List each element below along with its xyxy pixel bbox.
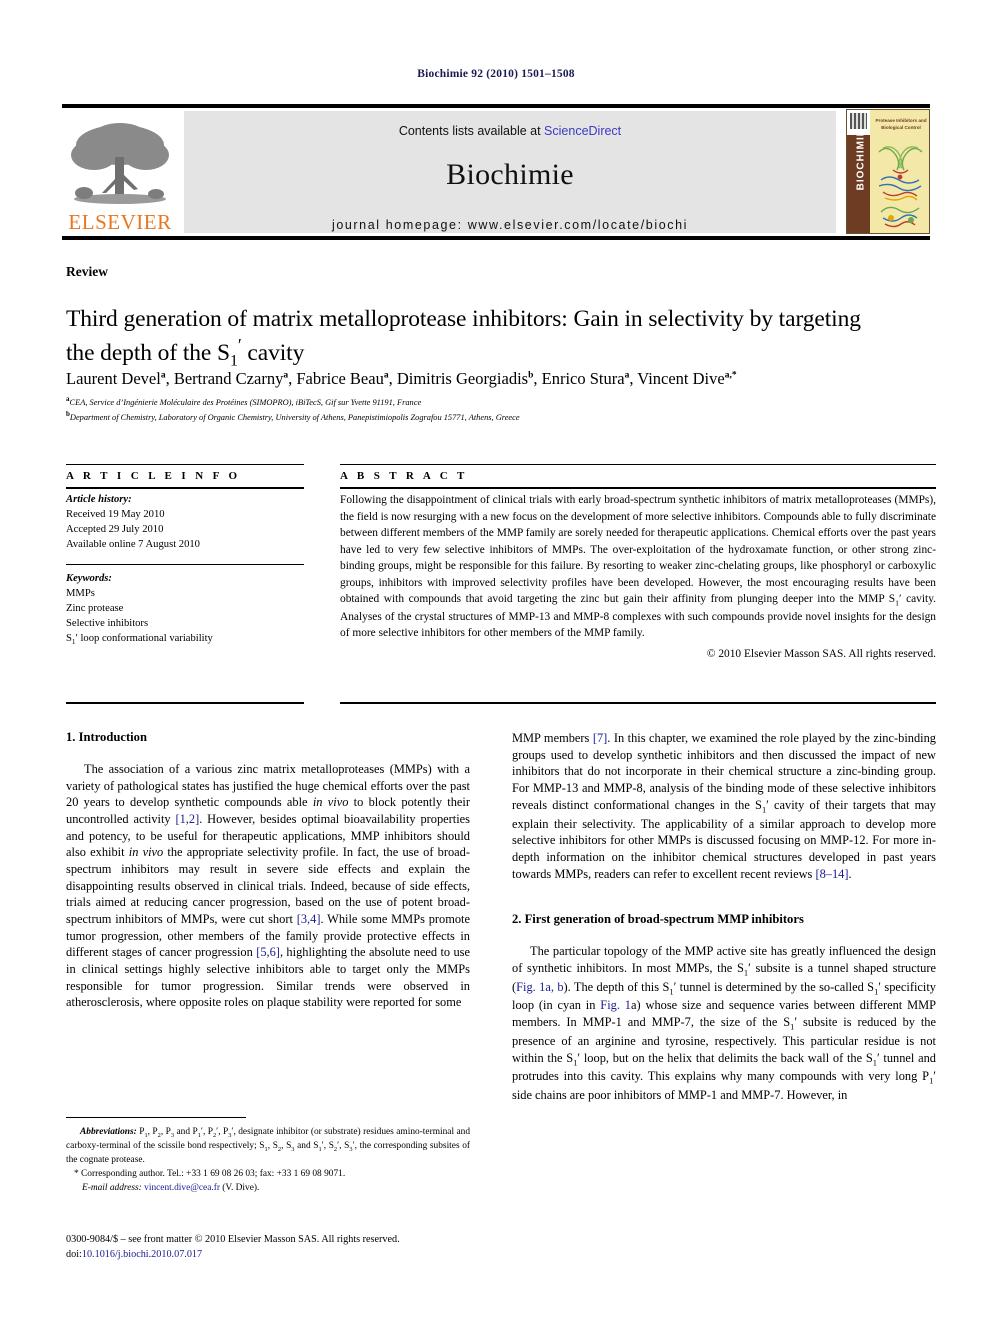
author-name: Enrico Stura bbox=[541, 369, 625, 388]
footnote-abbreviations: Abbreviations: P1, P2, P3 and P1′, P2′, … bbox=[66, 1127, 471, 1165]
intro-paragraph-part2: MMP members [7]. In this chapter, we exa… bbox=[512, 731, 936, 881]
abstract-copyright: © 2010 Elsevier Masson SAS. All rights r… bbox=[706, 647, 936, 660]
author-name: Fabrice Beau bbox=[296, 369, 384, 388]
figure-link-1ab[interactable]: Fig. 1a, b bbox=[516, 980, 563, 994]
article-history-label: Article history: bbox=[66, 494, 132, 505]
imprint-block: 0300-9084/$ – see front matter © 2010 El… bbox=[66, 1232, 506, 1263]
page-title: Third generation of matrix metalloprotea… bbox=[66, 305, 861, 370]
author-affiliation-mark: a bbox=[624, 370, 630, 381]
abbreviations-label: Abbreviations: bbox=[80, 1127, 137, 1137]
author-affiliation-mark: a bbox=[160, 370, 166, 381]
citation-7[interactable]: [7] bbox=[593, 731, 607, 745]
citation-1-2[interactable]: [1,2] bbox=[175, 812, 199, 826]
body-column-right: MMP members [7]. In this chapter, we exa… bbox=[512, 730, 936, 1104]
author-name: Vincent Dive bbox=[637, 369, 725, 388]
elsevier-wordmark: ELSEVIER bbox=[68, 210, 172, 234]
article-history-0: Received 19 May 2010 bbox=[66, 509, 165, 521]
author-affiliation-mark: a bbox=[383, 370, 389, 381]
elsevier-logo: ELSEVIER bbox=[64, 111, 176, 233]
abstract-column: Following the disappointment of clinical… bbox=[340, 492, 936, 662]
section2-paragraph-1: The particular topology of the MMP activ… bbox=[512, 944, 937, 1103]
author-list: Laurent Devela, Bertrand Czarnya, Fabric… bbox=[66, 369, 737, 388]
cover-protein-illustration bbox=[878, 146, 923, 228]
journal-title: Biochimie bbox=[446, 158, 574, 191]
doi-line: doi:10.1016/j.biochi.2010.07.017 bbox=[66, 1247, 506, 1262]
cover-title-text: Protease Inhibitors and Biological Contr… bbox=[875, 118, 927, 130]
contents-line: Contents lists available at ScienceDirec… bbox=[399, 124, 621, 138]
footnote-corresponding-author: * Corresponding author. Tel.: +33 1 69 0… bbox=[74, 1169, 346, 1180]
author-affiliation-mark: b bbox=[528, 370, 534, 381]
info-bottom-rule bbox=[66, 702, 304, 704]
keyword-0: MMPs bbox=[66, 588, 95, 600]
email-link[interactable]: vincent.dive@cea.fr bbox=[144, 1183, 220, 1193]
elsevier-tree-icon bbox=[71, 123, 169, 204]
cover-spine-text: BIOCHIMIE bbox=[855, 128, 867, 191]
figure-link-1a[interactable]: Fig. 1 bbox=[600, 998, 631, 1012]
author-affiliation-mark: a bbox=[283, 370, 289, 381]
journal-masthead: ELSEVIER Contents lists available at Sci… bbox=[62, 104, 930, 240]
intro-paragraph-part1: The association of a various zinc matrix… bbox=[66, 762, 471, 1010]
running-head: Biochimie 92 (2010) 1501–1508 bbox=[417, 68, 575, 80]
cover-spine: BIOCHIMIE bbox=[847, 110, 870, 233]
footnote-block: Abbreviations: P1, P2, P3 and P1′, P2′, … bbox=[66, 1126, 470, 1195]
contents-prefix: Contents lists available at bbox=[398, 124, 545, 138]
masthead-bottom-rule bbox=[62, 236, 930, 240]
doi-value[interactable]: 10.1016/j.biochi.2010.07.017 bbox=[82, 1249, 202, 1260]
article-info-heading: A R T I C L E I N F O bbox=[66, 470, 241, 482]
article-type-label: Review bbox=[66, 264, 108, 279]
abstract-heading-rule-top bbox=[340, 464, 936, 465]
abstract-bottom-rule bbox=[340, 702, 936, 704]
journal-homepage[interactable]: journal homepage: www.elsevier.com/locat… bbox=[332, 218, 688, 232]
sciencedirect-link[interactable]: ScienceDirect bbox=[544, 124, 621, 138]
body-column-left: 1. Introduction The association of a var… bbox=[66, 730, 470, 1011]
affiliation-item: bDepartment of Chemistry, Laboratory of … bbox=[66, 409, 520, 422]
keyword-3: S1′ loop conformational variability bbox=[66, 633, 213, 647]
info-divider-rule bbox=[66, 564, 304, 566]
info-heading-rule-bottom bbox=[66, 487, 304, 489]
author-name: Dimitris Georgiadis bbox=[396, 369, 529, 388]
citation-8-14[interactable]: [8–14] bbox=[815, 867, 848, 881]
abstract-heading: A B S T R A C T bbox=[340, 470, 468, 482]
keyword-2: Selective inhibitors bbox=[66, 618, 149, 630]
abstract-text: Following the disappointment of clinical… bbox=[340, 494, 937, 640]
author-name: Bertrand Czarny bbox=[173, 369, 284, 388]
article-info-column: Article history: Received 19 May 2010 Ac… bbox=[66, 492, 304, 648]
article-history-1: Accepted 29 July 2010 bbox=[66, 524, 164, 536]
footnote-divider-rule bbox=[66, 1117, 246, 1118]
affiliation-item: aCEA, Service d’Ingénierie Moléculaire d… bbox=[66, 395, 422, 407]
section-heading-introduction: 1. Introduction bbox=[66, 730, 147, 744]
article-page: Biochimie 92 (2010) 1501–1508 ELSEVIER C… bbox=[0, 0, 992, 1323]
footnote-email: E-mail address: vincent.dive@cea.fr (V. … bbox=[66, 1182, 470, 1195]
front-matter-line: 0300-9084/$ – see front matter © 2010 El… bbox=[66, 1234, 400, 1245]
doi-label: doi: bbox=[66, 1249, 82, 1261]
article-history-2: Available online 7 August 2010 bbox=[66, 539, 200, 551]
journal-cover-thumbnail[interactable]: BIOCHIMIE Protease Inhibitors and Biolog… bbox=[846, 109, 930, 234]
keyword-1: Zinc protease bbox=[66, 603, 124, 615]
keywords-label: Keywords: bbox=[66, 573, 112, 585]
info-heading-rule-top bbox=[66, 464, 304, 465]
email-label: E-mail address: bbox=[82, 1182, 142, 1193]
author-name: Laurent Devel bbox=[66, 369, 161, 388]
email-suffix: (V. Dive). bbox=[219, 1182, 260, 1193]
citation-3-4[interactable]: [3,4] bbox=[297, 912, 321, 926]
author-affiliation-mark: a,* bbox=[724, 370, 737, 381]
abstract-heading-rule-bottom bbox=[340, 487, 936, 489]
masthead-band: Contents lists available at ScienceDirec… bbox=[184, 111, 836, 233]
affiliation-list: aCEA, Service d’Ingénierie Moléculaire d… bbox=[66, 394, 936, 424]
masthead-top-rule bbox=[62, 104, 930, 108]
citation-5-6[interactable]: [5,6] bbox=[256, 945, 280, 959]
section-heading-first-generation: 2. First generation of broad-spectrum MM… bbox=[512, 912, 804, 927]
